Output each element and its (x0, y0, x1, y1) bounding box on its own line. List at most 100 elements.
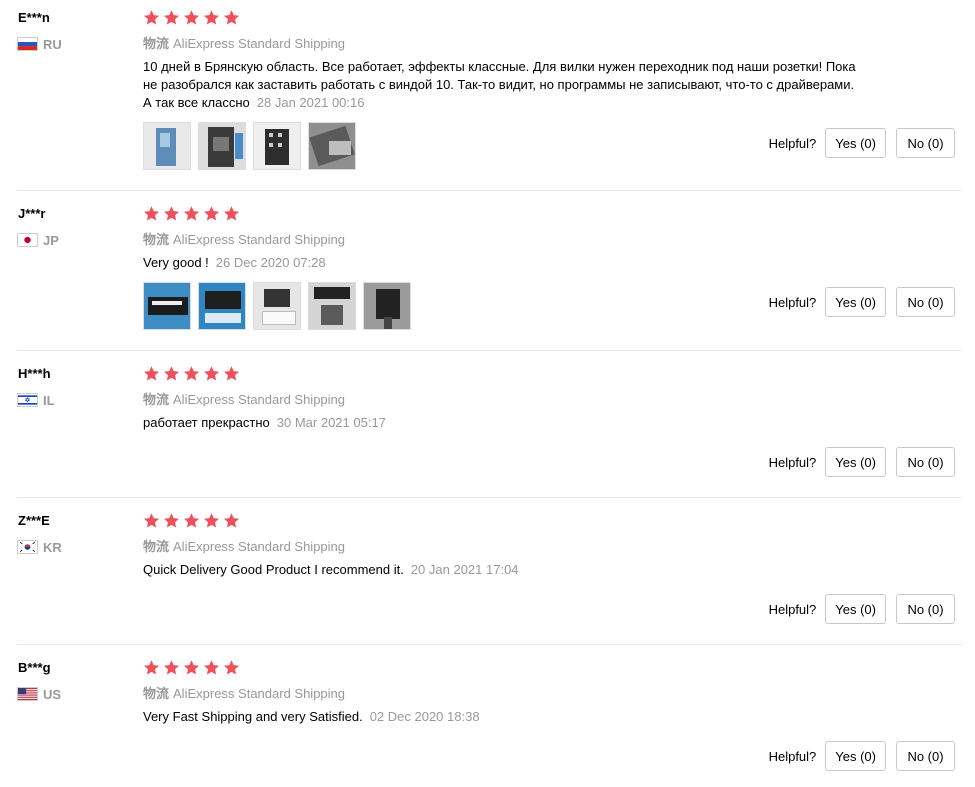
review-item: H***h IL 物流 AliExpress Standard Shipping … (0, 356, 962, 498)
star-icon (163, 205, 180, 222)
review-item: J***r JP 物流 AliExpress Standard Shipping … (0, 196, 962, 351)
review-photos (143, 282, 418, 330)
star-icon (163, 659, 180, 676)
review-text: Very good ! (143, 255, 209, 270)
review-photo-thumbnail[interactable] (143, 282, 191, 330)
helpful-yes-button[interactable]: Yes (0) (825, 741, 886, 771)
country-code: RU (43, 36, 62, 52)
helpful-yes-button[interactable]: Yes (0) (825, 447, 886, 477)
helpful-vote: Helpful? Yes (0) No (0) (769, 287, 955, 317)
shipping-label: 物流 (143, 232, 170, 247)
country-code: JP (43, 232, 59, 248)
helpful-no-button[interactable]: No (0) (896, 447, 955, 477)
review-divider (17, 350, 962, 351)
helpful-label: Helpful? (768, 748, 817, 764)
review-date: 30 Mar 2021 05:17 (276, 415, 386, 430)
reviewer-name: B***g (18, 660, 51, 675)
star-icon (143, 365, 160, 382)
country-code: KR (43, 539, 62, 555)
usa-flag-icon (17, 687, 38, 701)
reviewer-name: J***r (18, 206, 46, 221)
review-divider (17, 190, 962, 191)
star-icon (183, 512, 200, 529)
helpful-label: Helpful? (768, 454, 817, 470)
review-photo-thumbnail[interactable] (253, 122, 301, 170)
review-date: 26 Dec 2020 07:28 (215, 255, 326, 270)
helpful-label: Helpful? (768, 135, 817, 151)
review-photo-thumbnail[interactable] (363, 282, 411, 330)
review-photo-thumbnail[interactable] (198, 122, 246, 170)
reviewer-country: JP (17, 231, 59, 249)
reviews-list: E***n RU 物流 AliExpress Standard Shipping … (0, 0, 975, 787)
reviewer-country: US (17, 685, 61, 703)
review-photo-thumbnail[interactable] (143, 122, 191, 170)
review-text-block: Very Fast Shipping and very Satisfied. 02… (143, 708, 863, 726)
star-rating (143, 659, 243, 676)
shipping-name: AliExpress Standard Shipping (173, 36, 346, 51)
helpful-vote: Helpful? Yes (0) No (0) (769, 594, 955, 624)
review-divider (17, 644, 962, 645)
review-item: B***g US 物流 AliExpress Standard Shipping … (0, 650, 962, 787)
review-photo-thumbnail[interactable] (308, 122, 356, 170)
helpful-yes-button[interactable]: Yes (0) (825, 594, 886, 624)
helpful-no-button[interactable]: No (0) (896, 287, 955, 317)
review-date: 02 Dec 2020 18:38 (369, 709, 480, 724)
shipping-label: 物流 (143, 36, 170, 51)
helpful-yes-button[interactable]: Yes (0) (825, 128, 886, 158)
review-text-block: Very good ! 26 Dec 2020 07:28 (143, 254, 863, 272)
star-icon (143, 659, 160, 676)
star-icon (183, 9, 200, 26)
review-text-block: работает прекрастно 30 Mar 2021 05:17 (143, 414, 863, 432)
shipping-label: 物流 (143, 686, 170, 701)
review-text: Very Fast Shipping and very Satisfied. (143, 709, 363, 724)
star-icon (183, 365, 200, 382)
star-icon (223, 9, 240, 26)
helpful-yes-button[interactable]: Yes (0) (825, 287, 886, 317)
star-icon (163, 9, 180, 26)
shipping-method: 物流 AliExpress Standard Shipping (143, 33, 345, 52)
review-date: 20 Jan 2021 17:04 (410, 562, 519, 577)
star-icon (163, 512, 180, 529)
review-text: 10 дней в Брянскую область. Все работает… (143, 59, 856, 110)
shipping-name: AliExpress Standard Shipping (173, 232, 346, 247)
star-icon (183, 659, 200, 676)
helpful-no-button[interactable]: No (0) (896, 741, 955, 771)
shipping-name: AliExpress Standard Shipping (173, 539, 346, 554)
south-korea-flag-icon (17, 540, 38, 554)
reviewer-name: H***h (18, 366, 51, 381)
review-text-block: Quick Delivery Good Product I recommend … (143, 561, 863, 579)
japan-flag-icon (17, 233, 38, 247)
helpful-label: Helpful? (768, 294, 817, 310)
star-icon (143, 512, 160, 529)
review-divider (17, 497, 962, 498)
helpful-vote: Helpful? Yes (0) No (0) (769, 447, 955, 477)
helpful-no-button[interactable]: No (0) (896, 128, 955, 158)
shipping-label: 物流 (143, 392, 170, 407)
review-text: Quick Delivery Good Product I recommend … (143, 562, 404, 577)
review-photos (143, 122, 363, 170)
review-photo-thumbnail[interactable] (253, 282, 301, 330)
helpful-vote: Helpful? Yes (0) No (0) (769, 741, 955, 771)
star-rating (143, 365, 243, 382)
star-rating (143, 512, 243, 529)
star-rating (143, 205, 243, 222)
review-photo-thumbnail[interactable] (198, 282, 246, 330)
helpful-label: Helpful? (768, 601, 817, 617)
shipping-method: 物流 AliExpress Standard Shipping (143, 536, 345, 555)
star-icon (163, 365, 180, 382)
star-icon (203, 205, 220, 222)
review-item: Z***E KR 物流 AliExpress Standard Shipping … (0, 503, 962, 645)
review-text-block: 10 дней в Брянскую область. Все работает… (143, 58, 863, 112)
shipping-name: AliExpress Standard Shipping (173, 392, 346, 407)
review-photo-thumbnail[interactable] (308, 282, 356, 330)
reviewer-country: RU (17, 35, 62, 53)
star-rating (143, 9, 243, 26)
country-code: IL (43, 392, 55, 408)
israel-flag-icon (17, 393, 38, 407)
russia-flag-icon (17, 37, 38, 51)
reviewer-name: Z***E (18, 513, 50, 528)
review-date: 28 Jan 2021 00:16 (256, 95, 365, 110)
helpful-no-button[interactable]: No (0) (896, 594, 955, 624)
star-icon (203, 659, 220, 676)
country-code: US (43, 686, 62, 702)
